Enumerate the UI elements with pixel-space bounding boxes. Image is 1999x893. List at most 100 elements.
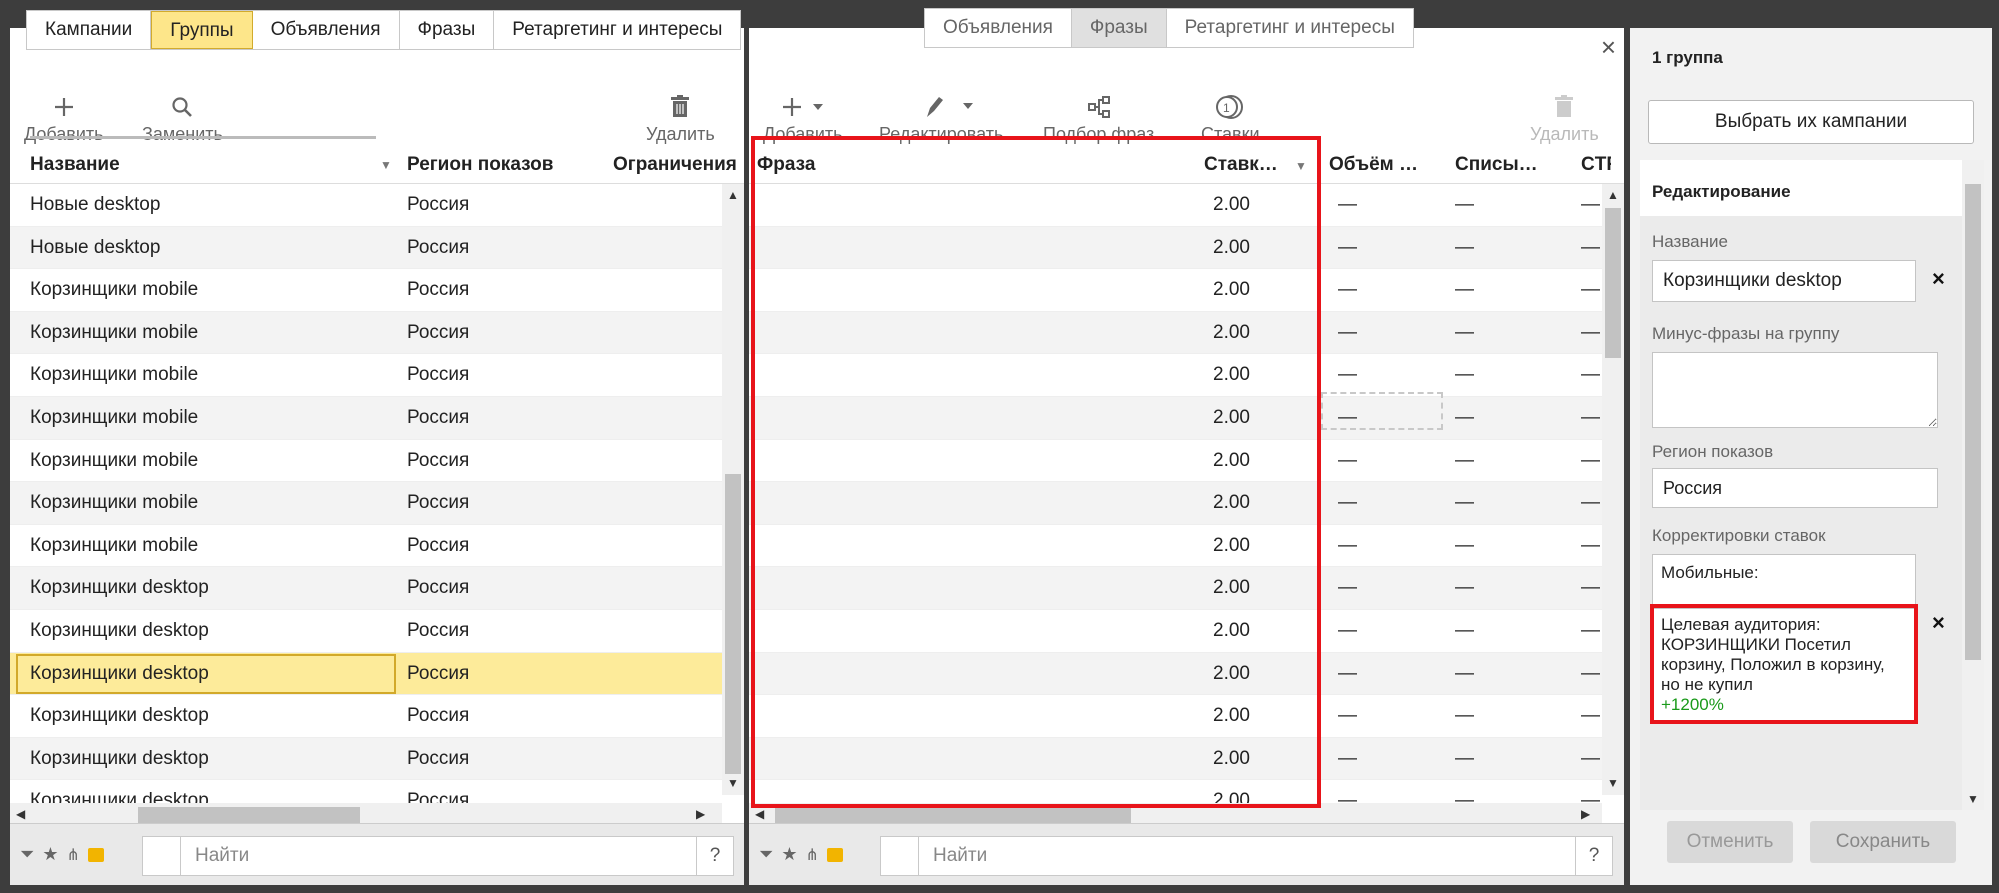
table-row[interactable]: 2.00— — — — [749, 226, 1602, 270]
minus-phrases-field[interactable] — [1652, 352, 1938, 428]
add-phrase-button[interactable]: Добавить — [763, 90, 843, 145]
column-header-lists[interactable]: Списы… — [1455, 146, 1551, 184]
table-row[interactable]: Новые desktop Россия — [10, 184, 722, 227]
region-input[interactable] — [1653, 469, 1937, 507]
editor-vertical-scroll-thumb[interactable] — [1965, 184, 1981, 660]
edit-button[interactable]: Редактировать — [879, 90, 1003, 145]
sort-arrow-icon[interactable]: ▼ — [380, 146, 390, 184]
groups-horizontal-scrollbar[interactable]: ◀ ▶ — [10, 803, 722, 825]
bid-cell[interactable]: 2.00 — [1213, 227, 1303, 269]
cancel-button[interactable]: Отменить — [1667, 821, 1793, 863]
table-row[interactable]: Корзинщики desktop Россия — [10, 695, 722, 738]
bid-cell[interactable]: 2.00 — [1213, 695, 1303, 737]
table-row[interactable]: Корзинщики mobile Россия — [10, 440, 722, 483]
tab-groups[interactable]: Группы — [151, 11, 253, 49]
tab-phrases[interactable]: Фразы — [400, 11, 495, 49]
region-field[interactable] — [1652, 468, 1938, 508]
mobile-adjustment-field[interactable]: Мобильные: — [1652, 554, 1916, 608]
tab-campaigns[interactable]: Кампании — [27, 11, 152, 49]
close-icon[interactable]: × — [1601, 32, 1616, 63]
table-row[interactable]: 2.00— — — — [749, 695, 1602, 738]
scroll-right-icon[interactable]: ▶ — [1581, 807, 1590, 821]
table-row[interactable]: Корзинщики desktop Россия — [10, 737, 722, 781]
column-header-ctr[interactable]: CTR — [1581, 146, 1611, 184]
clear-name-icon[interactable]: × — [1932, 266, 1945, 292]
tab-ads[interactable]: Объявления — [925, 9, 1072, 47]
column-header-limits[interactable]: Ограничения — [613, 146, 744, 184]
table-row[interactable]: Новые desktop Россия — [10, 226, 722, 270]
table-row[interactable]: 2.00— — — — [749, 737, 1602, 781]
archive-icon[interactable] — [826, 847, 843, 862]
table-row[interactable]: Корзинщики mobile Россия — [10, 311, 722, 355]
groups-vertical-scrollbar[interactable]: ▲ ▼ — [722, 184, 744, 795]
archive-icon[interactable] — [87, 847, 104, 862]
phrases-vertical-scroll-thumb[interactable] — [1605, 208, 1621, 358]
scroll-up-icon[interactable]: ▲ — [727, 188, 739, 202]
scroll-down-icon[interactable]: ▼ — [1967, 792, 1979, 806]
tab-retargeting[interactable]: Ретаргетинг и интересы — [1167, 9, 1413, 47]
column-header-bid[interactable]: Ставк… — [1204, 146, 1304, 184]
delete-group-button[interactable]: Удалить — [646, 90, 715, 145]
column-header-region[interactable]: Регион показов — [407, 146, 607, 184]
table-row[interactable]: Корзинщики desktop Россия — [10, 567, 722, 610]
pick-phrases-button[interactable]: Подбор фраз — [1043, 90, 1154, 145]
search-mode-toggle[interactable] — [143, 837, 181, 875]
column-header-volume[interactable]: Объём … — [1329, 146, 1437, 184]
table-row[interactable]: Корзинщики mobile Россия — [10, 482, 722, 525]
scroll-down-icon[interactable]: ▼ — [727, 776, 739, 790]
star-icon[interactable]: ★ — [781, 844, 797, 865]
phrases-help-button[interactable]: ? — [1575, 836, 1613, 876]
table-row[interactable]: Корзинщики mobile Россия — [10, 396, 722, 440]
table-row[interactable]: Корзинщики mobile Россия — [10, 354, 722, 397]
star-icon[interactable]: ★ — [42, 844, 58, 865]
column-header-name[interactable]: Название ▼ — [30, 146, 390, 184]
bid-cell[interactable]: 2.00 — [1213, 610, 1303, 652]
bid-cell[interactable]: 2.00 — [1213, 525, 1303, 567]
phrases-horizontal-scroll-thumb[interactable] — [775, 807, 1131, 823]
minus-phrases-textarea[interactable] — [1653, 353, 1937, 427]
audience-adjustment-field[interactable]: Целевая аудитория: КОРЗИНЩИКИ Посетил ко… — [1652, 608, 1916, 724]
split-icon[interactable]: ⋔ — [806, 845, 819, 865]
phrases-search-box[interactable] — [880, 836, 1576, 876]
scroll-up-icon[interactable]: ▲ — [1607, 188, 1619, 202]
bids-button[interactable]: 1 Ставки — [1201, 90, 1260, 145]
column-header-phrase[interactable]: Фраза — [757, 146, 1087, 184]
table-row[interactable]: 2.00— — — — [749, 610, 1602, 653]
scroll-down-icon[interactable]: ▼ — [1607, 776, 1619, 790]
table-row[interactable]: Корзинщики desktop Россия — [10, 610, 722, 653]
tab-retargeting[interactable]: Ретаргетинг и интересы — [494, 11, 740, 49]
bid-cell[interactable]: 2.00 — [1213, 440, 1303, 482]
scroll-right-icon[interactable]: ▶ — [696, 807, 705, 821]
table-row[interactable]: Корзинщики mobile Россия — [10, 269, 722, 312]
table-row[interactable]: 2.00— — — — [749, 184, 1602, 227]
table-row[interactable]: 2.00— — — — [749, 440, 1602, 483]
groups-vertical-scroll-thumb[interactable] — [725, 474, 741, 774]
save-button[interactable]: Сохранить — [1810, 821, 1956, 863]
search-mode-toggle[interactable] — [881, 837, 919, 875]
table-row[interactable]: 2.00— — — — [749, 311, 1602, 355]
groups-search-box[interactable] — [142, 836, 697, 876]
tab-phrases[interactable]: Фразы — [1071, 9, 1167, 47]
bid-cell[interactable]: 2.00 — [1213, 738, 1303, 780]
bid-cell[interactable]: 2.00 — [1213, 482, 1303, 524]
scroll-left-icon[interactable]: ◀ — [755, 807, 764, 821]
bid-cell[interactable]: 2.00 — [1213, 397, 1303, 439]
table-row[interactable]: 2.00— — — — [749, 482, 1602, 525]
table-row[interactable]: Корзинщики desktop Россия — [10, 652, 722, 696]
bid-cell[interactable]: 2.00 — [1213, 269, 1303, 311]
name-input[interactable] — [1653, 261, 1915, 301]
phrases-vertical-scrollbar[interactable]: ▲ ▼ — [1602, 184, 1624, 795]
delete-phrase-button[interactable]: Удалить — [1530, 90, 1599, 145]
table-row[interactable]: Корзинщики mobile Россия — [10, 525, 722, 568]
split-icon[interactable]: ⋔ — [67, 845, 80, 865]
table-row[interactable]: 2.00— — — — [749, 525, 1602, 568]
table-row[interactable]: 2.00— — — — [749, 269, 1602, 312]
table-row[interactable]: 2.00— — — — [749, 396, 1602, 440]
scroll-left-icon[interactable]: ◀ — [16, 807, 25, 821]
phrases-search-input[interactable] — [881, 837, 1575, 875]
tab-ads[interactable]: Объявления — [253, 11, 400, 49]
groups-help-button[interactable]: ? — [696, 836, 734, 876]
name-field[interactable] — [1652, 260, 1916, 302]
remove-audience-adjustment-icon[interactable]: × — [1932, 610, 1945, 636]
filter-icon[interactable]: ⏷ — [759, 844, 773, 865]
